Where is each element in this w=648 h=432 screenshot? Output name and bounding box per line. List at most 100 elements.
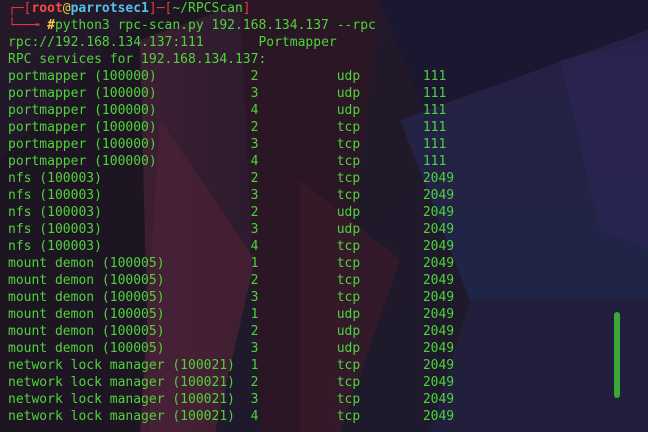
service-protocol: tcp	[336, 120, 361, 135]
prompt-line: ┌─[ root @ parrotsec1 ]─[ ~/RPCScan ]	[8, 0, 251, 17]
service-name: portmapper (100000)	[8, 69, 157, 84]
rpc-url: rpc://192.168.134.137:111	[8, 35, 204, 50]
prompt-path: ~/RPCScan	[172, 1, 243, 16]
service-port: 2049	[422, 324, 455, 339]
service-name: mount demon (100005)	[8, 307, 165, 322]
service-name: mount demon (100005)	[8, 290, 165, 305]
service-protocol: tcp	[336, 154, 361, 169]
service-version: 3	[250, 222, 259, 237]
service-port: 2049	[422, 341, 455, 356]
prompt-frame-top: ┌─[	[8, 1, 32, 16]
service-protocol: tcp	[336, 188, 361, 203]
service-version: 2	[250, 205, 259, 220]
service-protocol: tcp	[336, 358, 361, 373]
rpc-service: Portmapper	[258, 35, 337, 50]
service-name: network lock manager (100021)	[8, 358, 235, 373]
service-name: mount demon (100005)	[8, 256, 165, 271]
service-name: mount demon (100005)	[8, 341, 165, 356]
service-name: nfs (100003)	[8, 188, 102, 203]
service-protocol: tcp	[336, 375, 361, 390]
service-name: network lock manager (100021)	[8, 409, 235, 424]
service-version: 3	[250, 137, 259, 152]
service-version: 2	[250, 120, 259, 135]
prompt-frame-mid: ]─[	[148, 1, 173, 16]
service-version: 1	[250, 358, 259, 373]
service-port: 2049	[422, 392, 455, 407]
prompt-hash: #	[39, 18, 55, 33]
service-name: nfs (100003)	[8, 171, 102, 186]
service-port: 2049	[422, 307, 455, 322]
service-name: network lock manager (100021)	[8, 392, 235, 407]
service-version: 3	[250, 392, 259, 407]
service-port: 2049	[422, 273, 455, 288]
service-port: 111	[422, 154, 447, 169]
terminal-window[interactable]: ┌─[ root @ parrotsec1 ]─[ ~/RPCScan ] └─…	[0, 0, 630, 432]
service-version: 3	[250, 188, 259, 203]
service-protocol: tcp	[336, 290, 361, 305]
rpc-url-line: rpc://192.168.134.137:111 Portmapper	[8, 34, 337, 51]
service-name: portmapper (100000)	[8, 120, 157, 135]
service-name: portmapper (100000)	[8, 103, 157, 118]
service-version: 1	[250, 256, 259, 271]
service-name: portmapper (100000)	[8, 154, 157, 169]
service-version: 3	[250, 86, 259, 101]
service-port: 111	[422, 103, 447, 118]
service-protocol: udp	[336, 307, 361, 322]
service-protocol: tcp	[336, 392, 361, 407]
service-port: 2049	[422, 256, 455, 271]
service-protocol: tcp	[336, 273, 361, 288]
service-version: 4	[250, 103, 259, 118]
service-port: 111	[422, 137, 447, 152]
prompt-at: @	[62, 1, 71, 16]
service-protocol: udp	[336, 222, 361, 237]
service-protocol: tcp	[336, 409, 361, 424]
service-protocol: udp	[336, 205, 361, 220]
service-protocol: udp	[336, 341, 361, 356]
command-line: └──╼ # python3 rpc-scan.py 192.168.134.1…	[8, 17, 376, 34]
prompt-frame-bottom: └──╼	[8, 18, 40, 33]
service-version: 3	[250, 290, 259, 305]
service-name: nfs (100003)	[8, 205, 102, 220]
service-port: 2049	[422, 171, 455, 186]
service-protocol: tcp	[336, 239, 361, 254]
service-port: 2049	[422, 222, 455, 237]
prompt-user: root	[31, 1, 63, 16]
service-name: network lock manager (100021)	[8, 375, 235, 390]
service-version: 4	[250, 154, 259, 169]
service-version: 2	[250, 69, 259, 84]
terminal-scrollbar[interactable]	[614, 312, 620, 398]
service-version: 2	[250, 324, 259, 339]
prompt-frame-close: ]	[242, 1, 251, 16]
prompt-host: parrotsec1	[70, 1, 149, 16]
service-version: 2	[250, 171, 259, 186]
service-port: 2049	[422, 409, 455, 424]
service-name: mount demon (100005)	[8, 324, 165, 339]
service-name: mount demon (100005)	[8, 273, 165, 288]
service-protocol: tcp	[336, 137, 361, 152]
service-port: 111	[422, 120, 447, 135]
service-protocol: tcp	[336, 171, 361, 186]
command-text: python3 rpc-scan.py 192.168.134.137 --rp…	[54, 18, 376, 33]
service-version: 2	[250, 273, 259, 288]
service-port: 2049	[422, 188, 455, 203]
service-port: 2049	[422, 205, 455, 220]
service-port: 2049	[422, 375, 455, 390]
rpc-services-header: RPC services for 192.168.134.137:	[8, 52, 267, 67]
service-name: nfs (100003)	[8, 239, 102, 254]
service-protocol: udp	[336, 86, 361, 101]
service-name: portmapper (100000)	[8, 86, 157, 101]
service-port: 111	[422, 86, 447, 101]
service-name: portmapper (100000)	[8, 137, 157, 152]
service-protocol: tcp	[336, 256, 361, 271]
service-port: 111	[422, 69, 447, 84]
service-port: 2049	[422, 358, 455, 373]
service-protocol: udp	[336, 324, 361, 339]
service-protocol: udp	[336, 103, 361, 118]
service-port: 2049	[422, 239, 455, 254]
service-version: 3	[250, 341, 259, 356]
service-protocol: udp	[336, 69, 361, 84]
service-version: 4	[250, 409, 259, 424]
service-version: 2	[250, 375, 259, 390]
service-version: 4	[250, 239, 259, 254]
service-name: nfs (100003)	[8, 222, 102, 237]
